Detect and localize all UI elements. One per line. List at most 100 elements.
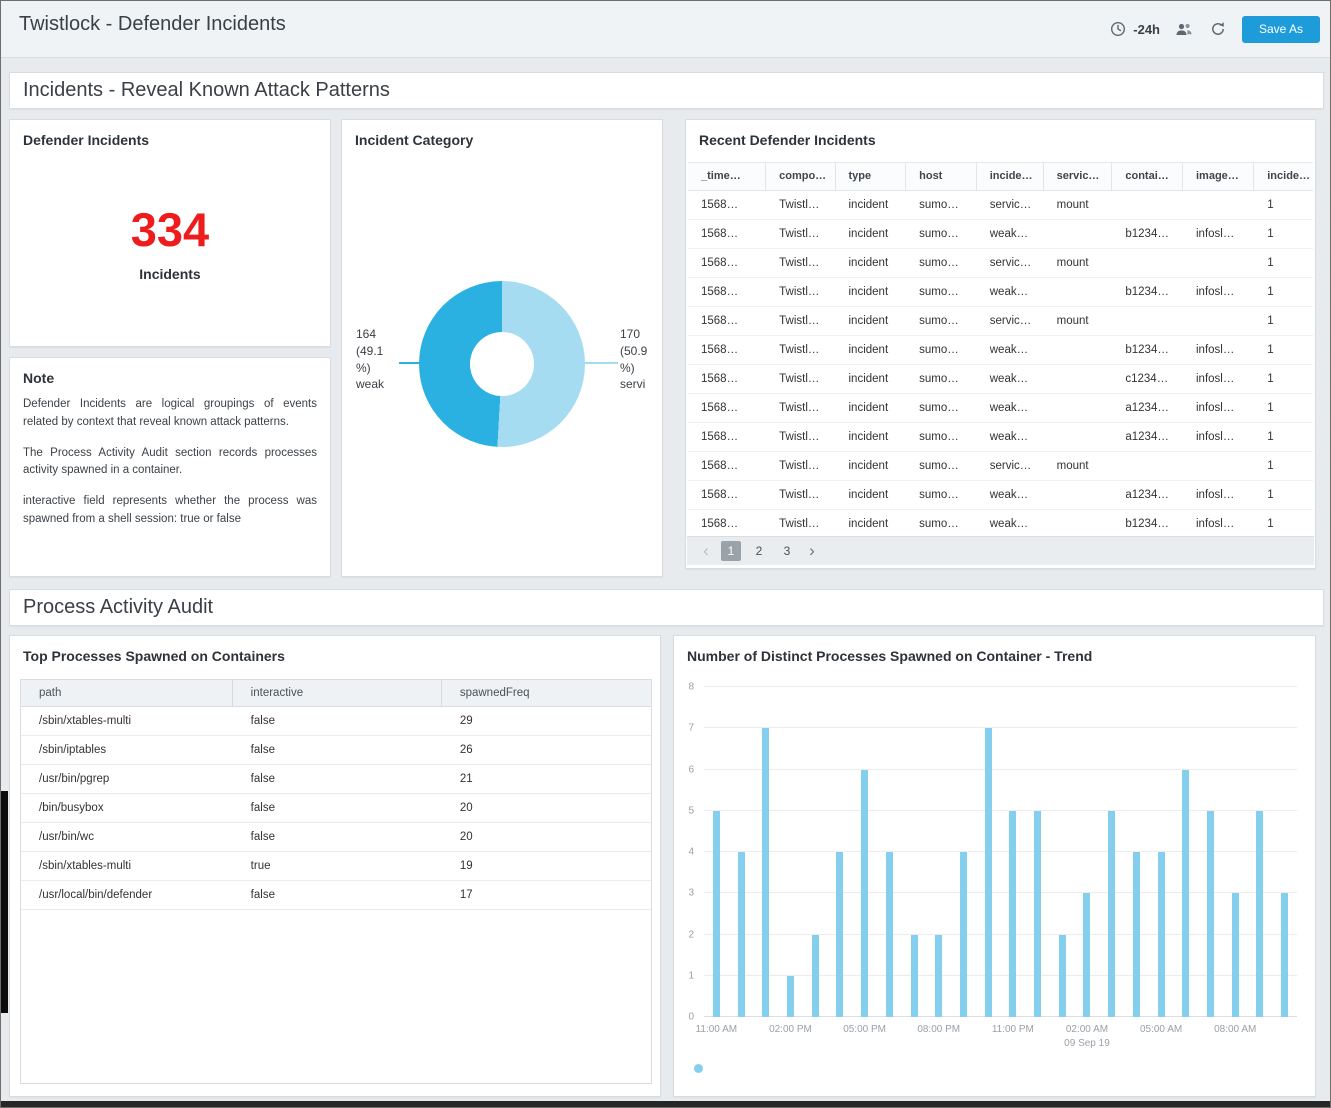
y-axis-tick-label: 0: [688, 1012, 694, 1023]
panel-note: Note Defender Incidents are logical grou…: [9, 357, 331, 577]
panel-title: Recent Defender Incidents: [699, 132, 876, 148]
page-prev-icon[interactable]: ‹: [699, 540, 713, 562]
column-header[interactable]: spawnedFreq: [442, 680, 651, 706]
panel-top-processes: Top Processes Spawned on Containers path…: [9, 635, 661, 1097]
table-row[interactable]: 1568…Twistl…incidentsumo…weak…a1234…info…: [688, 394, 1313, 423]
trend-bar[interactable]: [1034, 811, 1041, 1017]
trend-bar[interactable]: [985, 728, 992, 1017]
table-row[interactable]: 1568…Twistl…incidentsumo…weak…a1234…info…: [688, 481, 1313, 510]
column-header[interactable]: servic…: [1044, 163, 1113, 190]
table-row[interactable]: 1568…Twistl…incidentsumo…weak…a1234…info…: [688, 423, 1313, 452]
table-row[interactable]: /usr/bin/pgrepfalse21: [21, 765, 651, 794]
table-row[interactable]: 1568…Twistl…incidentsumo…servic…mount1: [688, 249, 1313, 278]
gridline: [704, 769, 1297, 770]
trend-bar[interactable]: [911, 935, 918, 1018]
trend-bar[interactable]: [738, 852, 745, 1017]
panel-title: Note: [23, 370, 54, 386]
panel-incident-category: Incident Category 164 (49.1 %) weak 170 …: [341, 119, 663, 577]
column-header[interactable]: _time…: [688, 163, 766, 190]
column-header[interactable]: incide…: [1254, 163, 1313, 190]
panel-recent-incidents: Recent Defender Incidents _time…compo…ty…: [685, 119, 1316, 569]
trend-bar[interactable]: [836, 852, 843, 1017]
trend-bar[interactable]: [1232, 893, 1239, 1017]
table-cell: servic…: [977, 307, 1044, 335]
table-cell: 1568…: [688, 481, 766, 509]
column-header[interactable]: image…: [1183, 163, 1254, 190]
table-row[interactable]: 1568…Twistl…incidentsumo…servic…mount1: [688, 307, 1313, 336]
trend-bar[interactable]: [960, 852, 967, 1017]
x-axis-tick-label: 11:00 PM: [992, 1023, 1034, 1037]
trend-bar[interactable]: [1059, 935, 1066, 1018]
trend-bar[interactable]: [1281, 893, 1288, 1017]
table-row[interactable]: 1568…Twistl…incidentsumo…weak…b1234…info…: [688, 510, 1313, 539]
people-icon[interactable]: [1174, 19, 1194, 39]
column-header[interactable]: incide…: [977, 163, 1044, 190]
table-row[interactable]: /bin/busyboxfalse20: [21, 794, 651, 823]
table-cell: a1234…: [1112, 481, 1183, 509]
time-range-control[interactable]: -24h: [1108, 19, 1160, 39]
table-row[interactable]: /usr/bin/wcfalse20: [21, 823, 651, 852]
table-row[interactable]: /sbin/xtables-multifalse29: [21, 707, 651, 736]
column-header[interactable]: contai…: [1112, 163, 1183, 190]
table-cell: 1: [1254, 249, 1313, 277]
table-cell: infosl…: [1183, 220, 1254, 248]
table-cell: /usr/bin/pgrep: [21, 765, 233, 793]
trend-bar[interactable]: [886, 852, 893, 1017]
table-cell: [1044, 394, 1113, 422]
trend-bar[interactable]: [762, 728, 769, 1017]
trend-bar[interactable]: [713, 811, 720, 1017]
page-next-icon[interactable]: ›: [805, 540, 819, 562]
table-row[interactable]: /sbin/iptablesfalse26: [21, 736, 651, 765]
table-cell: incident: [836, 481, 907, 509]
table-row[interactable]: /usr/local/bin/defenderfalse17: [21, 881, 651, 910]
refresh-icon[interactable]: [1208, 19, 1228, 39]
section-title-process-audit: Process Activity Audit: [9, 589, 1324, 626]
table-cell: a1234…: [1112, 394, 1183, 422]
table-row[interactable]: 1568…Twistl…incidentsumo…weak…c1234…info…: [688, 365, 1313, 394]
trend-bar[interactable]: [812, 935, 819, 1018]
trend-bar[interactable]: [1256, 811, 1263, 1017]
page-button[interactable]: 3: [777, 541, 797, 561]
x-axis-tick-label: 05:00 PM: [843, 1023, 886, 1037]
donut-hole: [470, 332, 534, 396]
trend-bar[interactable]: [1009, 811, 1016, 1017]
column-header[interactable]: host: [906, 163, 977, 190]
trend-bar[interactable]: [935, 935, 942, 1018]
y-axis-tick-label: 3: [688, 888, 694, 899]
table-row[interactable]: 1568…Twistl…incidentsumo…weak…b1234…info…: [688, 336, 1313, 365]
table-cell: /usr/bin/wc: [21, 823, 233, 851]
panel-title: Top Processes Spawned on Containers: [23, 648, 285, 664]
table-row[interactable]: 1568…Twistl…incidentsumo…weak…b1234…info…: [688, 278, 1313, 307]
column-header[interactable]: interactive: [233, 680, 442, 706]
trend-bar[interactable]: [861, 770, 868, 1018]
table-cell: infosl…: [1183, 510, 1254, 538]
table-cell: incident: [836, 510, 907, 538]
x-axis-tick-label: 08:00 PM: [917, 1023, 960, 1037]
table-cell: servic…: [977, 452, 1044, 480]
trend-bar[interactable]: [787, 976, 794, 1017]
column-header[interactable]: type: [836, 163, 907, 190]
table-row[interactable]: 1568…Twistl…incidentsumo…servic…mount1: [688, 452, 1313, 481]
table-cell: servic…: [977, 191, 1044, 219]
note-paragraph: The Process Activity Audit section recor…: [23, 445, 317, 481]
table-row[interactable]: 1568…Twistl…incidentsumo…weak…b1234…info…: [688, 220, 1313, 249]
trend-bar[interactable]: [1108, 811, 1115, 1017]
trend-bar[interactable]: [1182, 770, 1189, 1018]
trend-bar[interactable]: [1207, 811, 1214, 1017]
table-cell: [1044, 510, 1113, 538]
trend-bar[interactable]: [1083, 893, 1090, 1017]
page-button[interactable]: 1: [721, 541, 741, 561]
save-as-button[interactable]: Save As: [1242, 16, 1320, 43]
trend-bar[interactable]: [1158, 852, 1165, 1017]
column-header[interactable]: path: [21, 680, 233, 706]
trend-bar[interactable]: [1133, 852, 1140, 1017]
table-row[interactable]: /sbin/xtables-multitrue19: [21, 852, 651, 881]
table-cell: 1: [1254, 481, 1313, 509]
table-cell: false: [233, 823, 442, 851]
page-button[interactable]: 2: [749, 541, 769, 561]
column-header[interactable]: compo…: [766, 163, 835, 190]
table-cell: Twistl…: [766, 510, 835, 538]
dashboard-title: Twistlock - Defender Incidents: [19, 13, 286, 36]
table-row[interactable]: 1568…Twistl…incidentsumo…servic…mount1: [688, 191, 1313, 220]
table-cell: 1568…: [688, 510, 766, 538]
